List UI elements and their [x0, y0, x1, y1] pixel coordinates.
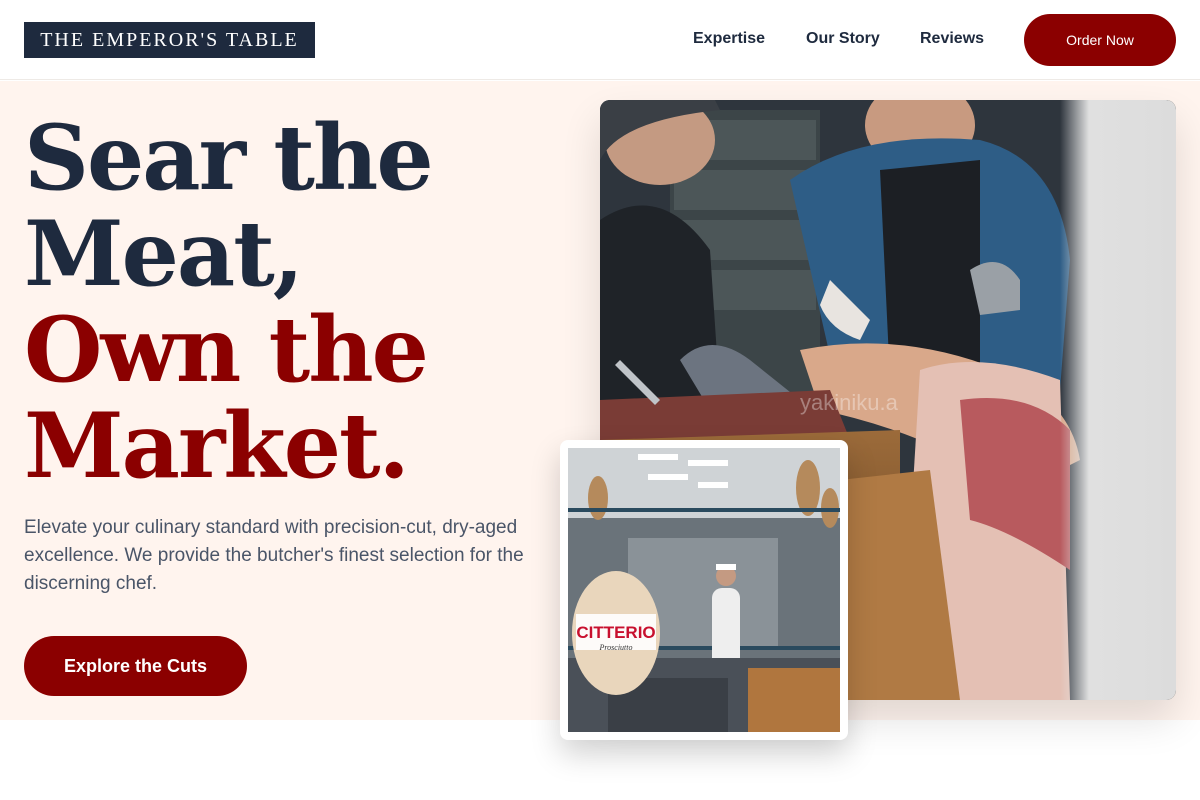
headline-line-2: Meat, — [24, 201, 304, 307]
order-now-button[interactable]: Order Now — [1024, 14, 1176, 66]
citterio-sign-subtext: Prosciutto — [598, 643, 632, 652]
headline-line-1: Sear the — [24, 105, 434, 211]
deli-photo-frame: CITTERIO Prosciutto — [560, 440, 848, 740]
nav-link-expertise[interactable]: Expertise — [693, 30, 765, 48]
site-header: THE EMPEROR'S TABLE Expertise Our Story … — [0, 0, 1200, 80]
deli-photo: CITTERIO Prosciutto — [568, 448, 840, 732]
citterio-sign-text: CITTERIO — [576, 623, 655, 642]
headline-line-4: Market. — [24, 393, 410, 499]
hero-subtext: Elevate your culinary standard with prec… — [24, 517, 524, 594]
nav-link-our-story[interactable]: Our Story — [806, 30, 880, 48]
nav-link-reviews[interactable]: Reviews — [920, 30, 984, 48]
photo-watermark: yakiniku.a — [800, 390, 899, 415]
headline-line-3: Own the — [24, 297, 429, 403]
explore-cuts-button[interactable]: Explore the Cuts — [24, 636, 247, 696]
hero-headline: Sear the Meat, Own the Market. — [24, 105, 434, 499]
brand-logo[interactable]: THE EMPEROR'S TABLE — [24, 22, 315, 58]
